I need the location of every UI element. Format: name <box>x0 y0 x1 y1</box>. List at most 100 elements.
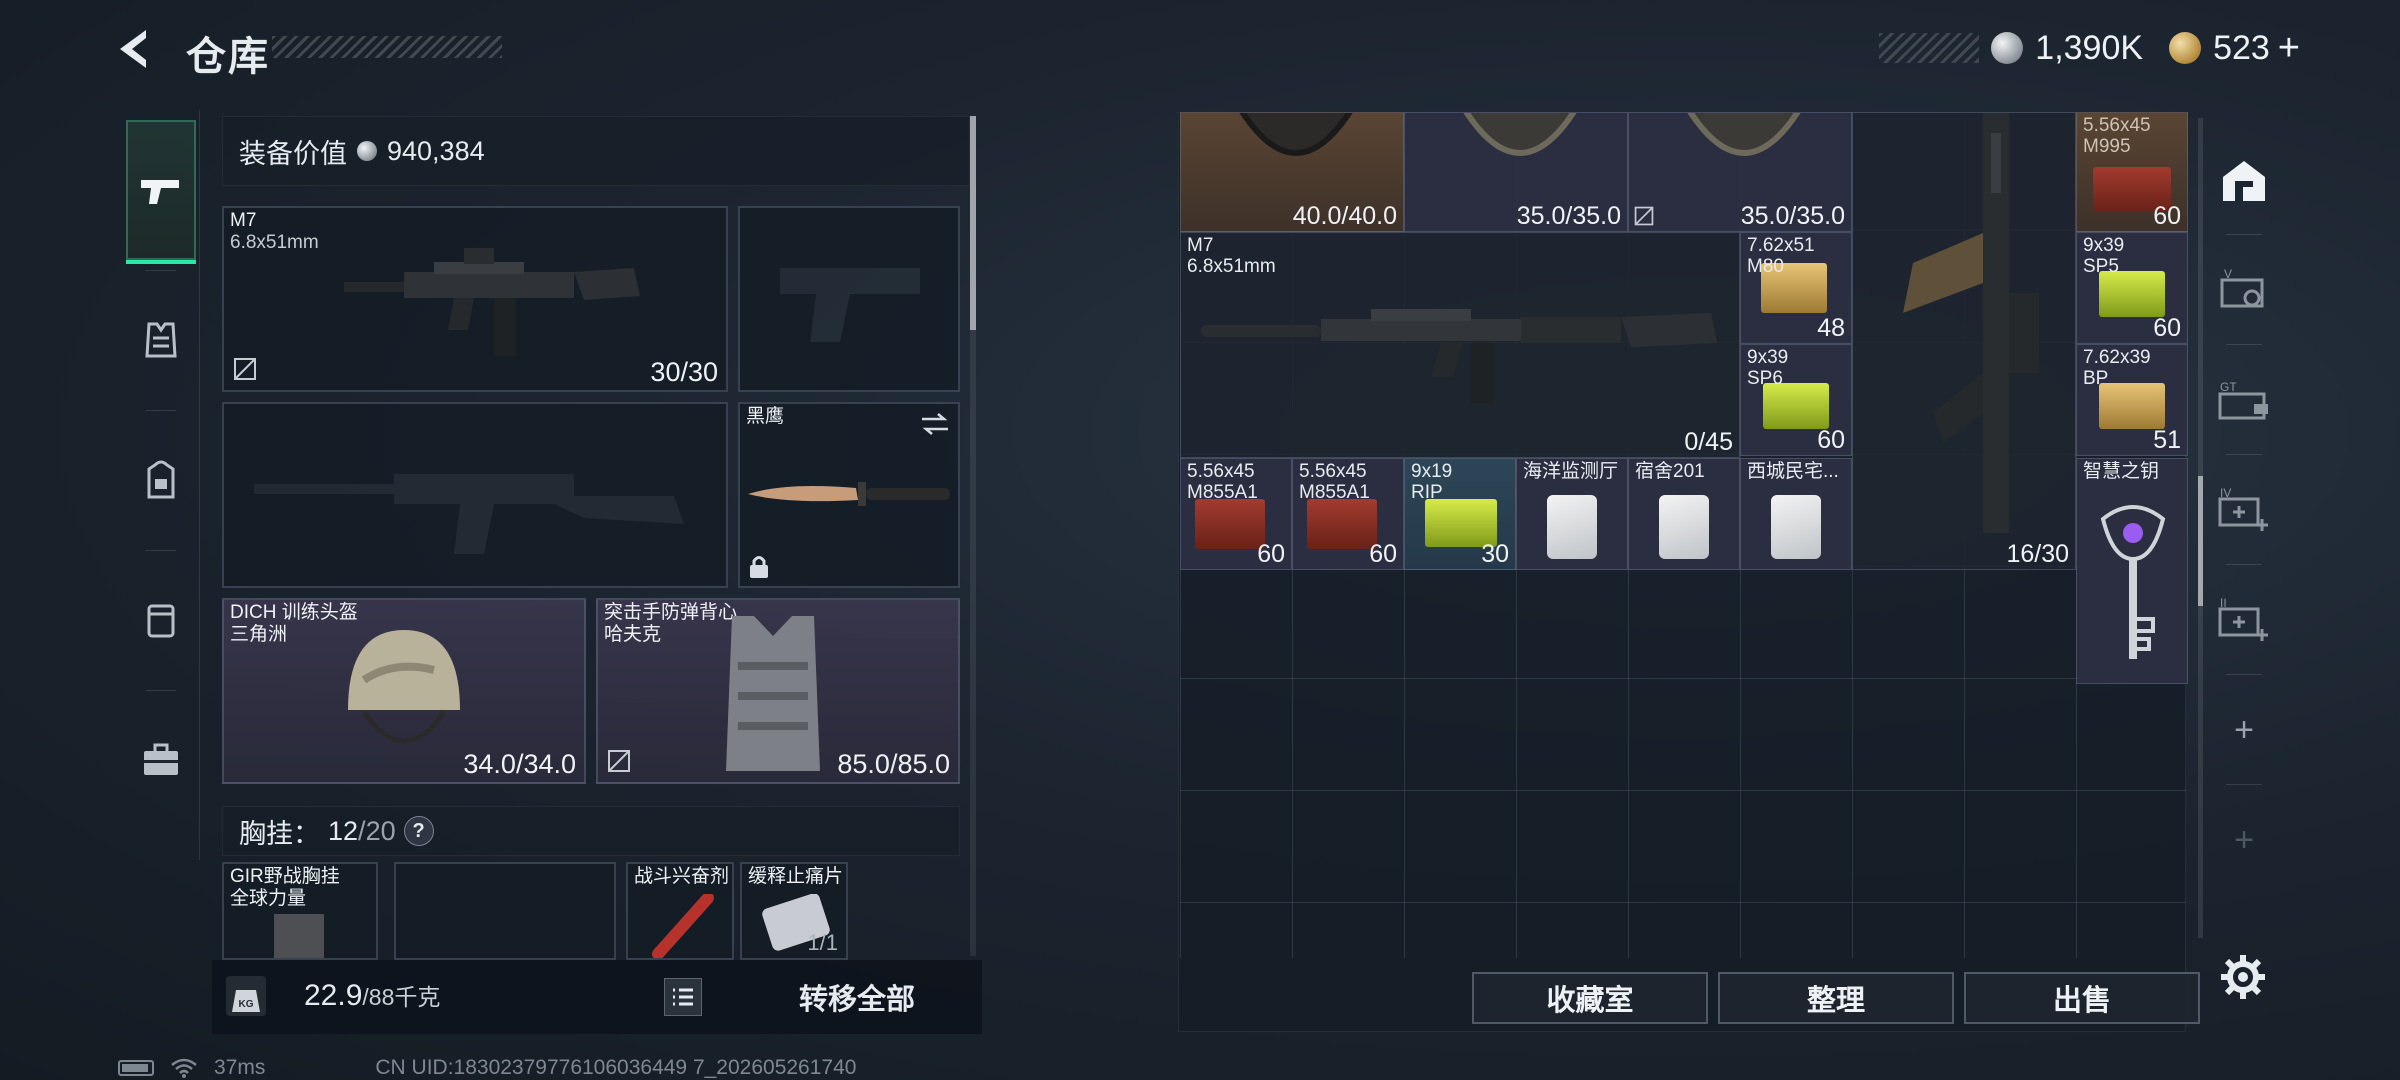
stash-item-ammo[interactable]: 5.56x45 M855A1 60 <box>1180 458 1292 570</box>
stash-item-ammo[interactable]: 9x39 SP5 60 <box>2076 232 2188 344</box>
ammo-count: 51 <box>2153 426 2181 454</box>
stash-item-ammo[interactable]: 7.62x39 BP 51 <box>2076 344 2188 456</box>
back-arrow-icon <box>120 30 146 68</box>
nav-vest[interactable] <box>126 280 196 400</box>
item-caliber: 6.8x51mm <box>1187 256 1276 277</box>
add-stash-tab-button[interactable]: + <box>2210 682 2278 778</box>
no-durability-icon <box>234 358 256 380</box>
nav-weapons[interactable] <box>126 120 196 264</box>
stash-item-helmet[interactable]: 35.0/35.0 <box>1628 112 1852 232</box>
equipment-value-bar: 装备价值 940,384 <box>222 116 970 186</box>
ammo-count: 60 <box>2153 202 2181 230</box>
slot-item-name: GIR野战胸挂 <box>230 866 340 887</box>
collection-room-button[interactable]: 收藏室 <box>1472 972 1708 1024</box>
loadout-scrollbar-thumb[interactable] <box>970 116 976 330</box>
battery-icon <box>118 1060 154 1076</box>
stash-item-ammo[interactable]: 9x39 SP6 60 <box>1740 344 1852 456</box>
secondary-weapon-slot-empty[interactable] <box>222 402 728 588</box>
toolbox-icon <box>144 743 178 775</box>
nav-toolbox[interactable] <box>126 700 196 820</box>
stash-tab-main[interactable] <box>2210 132 2278 228</box>
melee-slot[interactable]: 黑鹰 <box>738 402 960 588</box>
expand-iv-icon: IV <box>2218 487 2268 531</box>
ammo-box-image <box>2099 271 2165 317</box>
stash-item-rifle[interactable]: M7 6.8x51mm 0/45 <box>1180 232 1740 458</box>
stash-item-keycard[interactable]: 海洋监测厅 <box>1516 458 1628 570</box>
helmet-slot[interactable]: DICH 训练头盔 三角洲 34.0/34.0 <box>222 598 586 784</box>
sidearm-slot-empty[interactable] <box>738 206 960 392</box>
item-caliber: M80 <box>1747 256 1784 277</box>
chest-rig-header: 胸挂： 12 / 20 ? <box>222 806 960 856</box>
add-stash-tab-button[interactable]: + <box>2210 792 2278 888</box>
item-caliber: RIP <box>1411 482 1443 503</box>
loadout-footer: KG 22.9/88千克 转移全部 <box>212 960 982 1034</box>
stash-tab-gt[interactable]: GT <box>2210 352 2278 448</box>
tab-roman-label: V <box>2224 268 2232 281</box>
item-name: 智慧之钥 <box>2083 461 2160 482</box>
ammo-count: 60 <box>1817 426 1845 454</box>
vest-image <box>726 616 820 771</box>
helmet-image <box>1463 113 1577 156</box>
nav-backpack[interactable] <box>126 420 196 540</box>
rifle-silhouette-icon <box>254 474 684 554</box>
stash-scrollbar-thumb[interactable] <box>2198 476 2203 606</box>
ammo-count: 48 <box>1817 314 1845 342</box>
sell-button[interactable]: 出售 <box>1964 972 2200 1024</box>
stash-item-helmet[interactable]: 35.0/35.0 <box>1404 112 1628 232</box>
stash-item-helmet[interactable]: 40.0/40.0 <box>1180 112 1404 232</box>
pouch-icon <box>147 604 175 638</box>
stash-tab-expansion-ii[interactable]: II <box>2210 572 2278 668</box>
ammo-count: 60 <box>1257 540 1285 568</box>
add-icon: + <box>2234 820 2254 859</box>
item-name: 宿舍201 <box>1635 461 1705 482</box>
settings-button[interactable] <box>2218 952 2268 1002</box>
list-view-button[interactable] <box>664 978 702 1016</box>
gold-coin-icon <box>2169 32 2202 64</box>
top-up-button[interactable]: + <box>2278 27 2300 70</box>
back-button[interactable] <box>112 24 162 74</box>
stash-item-key[interactable]: 智慧之钥 <box>2076 458 2188 684</box>
item-name: 5.56x45 <box>1187 461 1255 482</box>
knife-image <box>748 482 950 506</box>
stash-tab-expansion-iv[interactable]: IV <box>2210 462 2278 558</box>
stimulant-injector-image <box>652 894 714 958</box>
item-caliber: BP <box>2083 368 2109 389</box>
item-name: 西城民宅... <box>1747 461 1839 482</box>
stash-item-ammo[interactable]: 5.56x45 M995 60 <box>2076 112 2188 232</box>
chest-slot-stimulant[interactable]: 战斗兴奋剂 <box>626 862 734 960</box>
title-decoration <box>272 36 502 58</box>
item-count: 1/1 <box>807 930 838 955</box>
stash-item-keycard[interactable]: 西城民宅... <box>1740 458 1852 570</box>
chest-slot-empty[interactable] <box>394 862 616 960</box>
chest-slot-painkiller[interactable]: 缓释止痛片 1/1 <box>740 862 848 960</box>
stash-item-ammo[interactable]: 7.62x51 M80 48 <box>1740 232 1852 344</box>
help-button[interactable]: ? <box>403 816 434 846</box>
organize-button[interactable]: 整理 <box>1718 972 1954 1024</box>
armor-slot[interactable]: 突击手防弹背心 哈夫克 85.0/85.0 <box>596 598 960 784</box>
stash-item-smg[interactable]: 16/30 <box>1852 112 2076 570</box>
tab-roman-label: GT <box>2220 380 2237 394</box>
rifle-image <box>344 248 640 356</box>
stash-item-keycard[interactable]: 宿舍201 <box>1628 458 1740 570</box>
stash-item-ammo[interactable]: 5.56x45 M855A1 60 <box>1292 458 1404 570</box>
equipment-value: 940,384 <box>387 135 485 166</box>
primary-weapon-slot[interactable]: M7 6.8x51mm 30/30 <box>222 206 728 392</box>
nav-pouch[interactable] <box>126 560 196 680</box>
chest-rig-separator: / <box>358 815 366 846</box>
transfer-all-button[interactable]: 转移全部 <box>732 960 982 1034</box>
stash-tab-safe-box[interactable]: V <box>2210 242 2278 338</box>
chest-rig-slot[interactable]: GIR野战胸挂 全球力量 <box>222 862 378 960</box>
page-title: 仓库 <box>186 35 270 79</box>
silver-coin-icon <box>357 141 377 161</box>
carry-weight-limit: /88千克 <box>362 984 441 1010</box>
swap-icon[interactable] <box>920 412 950 436</box>
weight-icon-label: KG <box>239 999 254 1010</box>
gold-balance: 523 <box>2213 28 2270 67</box>
key-image <box>2100 505 2166 659</box>
keycard-image <box>1659 495 1709 559</box>
chest-rig-capacity: 20 <box>365 815 396 846</box>
list-icon <box>673 988 693 1006</box>
stash-item-ammo[interactable]: 9x19 RIP 30 <box>1404 458 1516 570</box>
item-name: 9x39 <box>2083 235 2125 256</box>
item-name: 9x19 <box>1411 461 1453 482</box>
